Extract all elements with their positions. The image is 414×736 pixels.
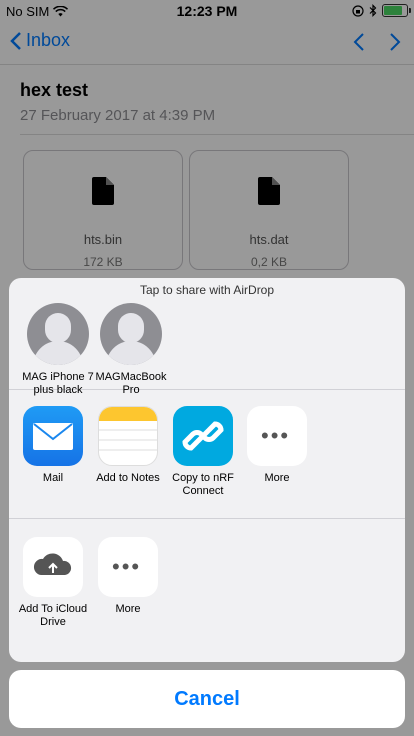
action-more[interactable]: ••• More (90, 537, 166, 616)
airdrop-target[interactable]: MAG iPhone 7 plus black (20, 303, 96, 397)
share-app-label: Copy to nRF Connect (172, 472, 234, 497)
share-app-label: More (264, 472, 290, 484)
nrf-connect-icon (173, 406, 233, 466)
share-app-notes[interactable]: Add to Notes (90, 406, 166, 485)
more-icon: ••• (247, 406, 307, 466)
airdrop-target[interactable]: MAGMacBookPro (93, 303, 169, 397)
share-app-nrf-connect[interactable]: Copy to nRF Connect (165, 406, 241, 498)
action-label: More (115, 603, 141, 615)
action-icloud-drive[interactable]: Add To iCloud Drive (15, 537, 91, 629)
share-app-mail[interactable]: Mail (15, 406, 91, 485)
share-actions-row: Add To iCloud Drive ••• More (9, 519, 405, 645)
share-app-label: Mail (42, 472, 64, 484)
icloud-upload-icon (23, 537, 83, 597)
notes-icon (98, 406, 158, 466)
cancel-button[interactable]: Cancel (9, 670, 405, 728)
airdrop-hint: Tap to share with AirDrop (139, 283, 275, 297)
more-icon: ••• (98, 537, 158, 597)
action-label: Add To iCloud Drive (18, 603, 88, 628)
person-avatar-icon (27, 303, 89, 365)
person-avatar-icon (100, 303, 162, 365)
share-app-label: Add to Notes (96, 472, 160, 484)
share-apps-row: Mail Add to Notes Copy to nRF Connect ••… (9, 390, 405, 519)
share-sheet: Tap to share with AirDrop MAG iPhone 7 p… (9, 278, 405, 662)
mail-icon (23, 406, 83, 466)
airdrop-row: Tap to share with AirDrop MAG iPhone 7 p… (9, 281, 405, 396)
share-app-more[interactable]: ••• More (239, 406, 315, 485)
